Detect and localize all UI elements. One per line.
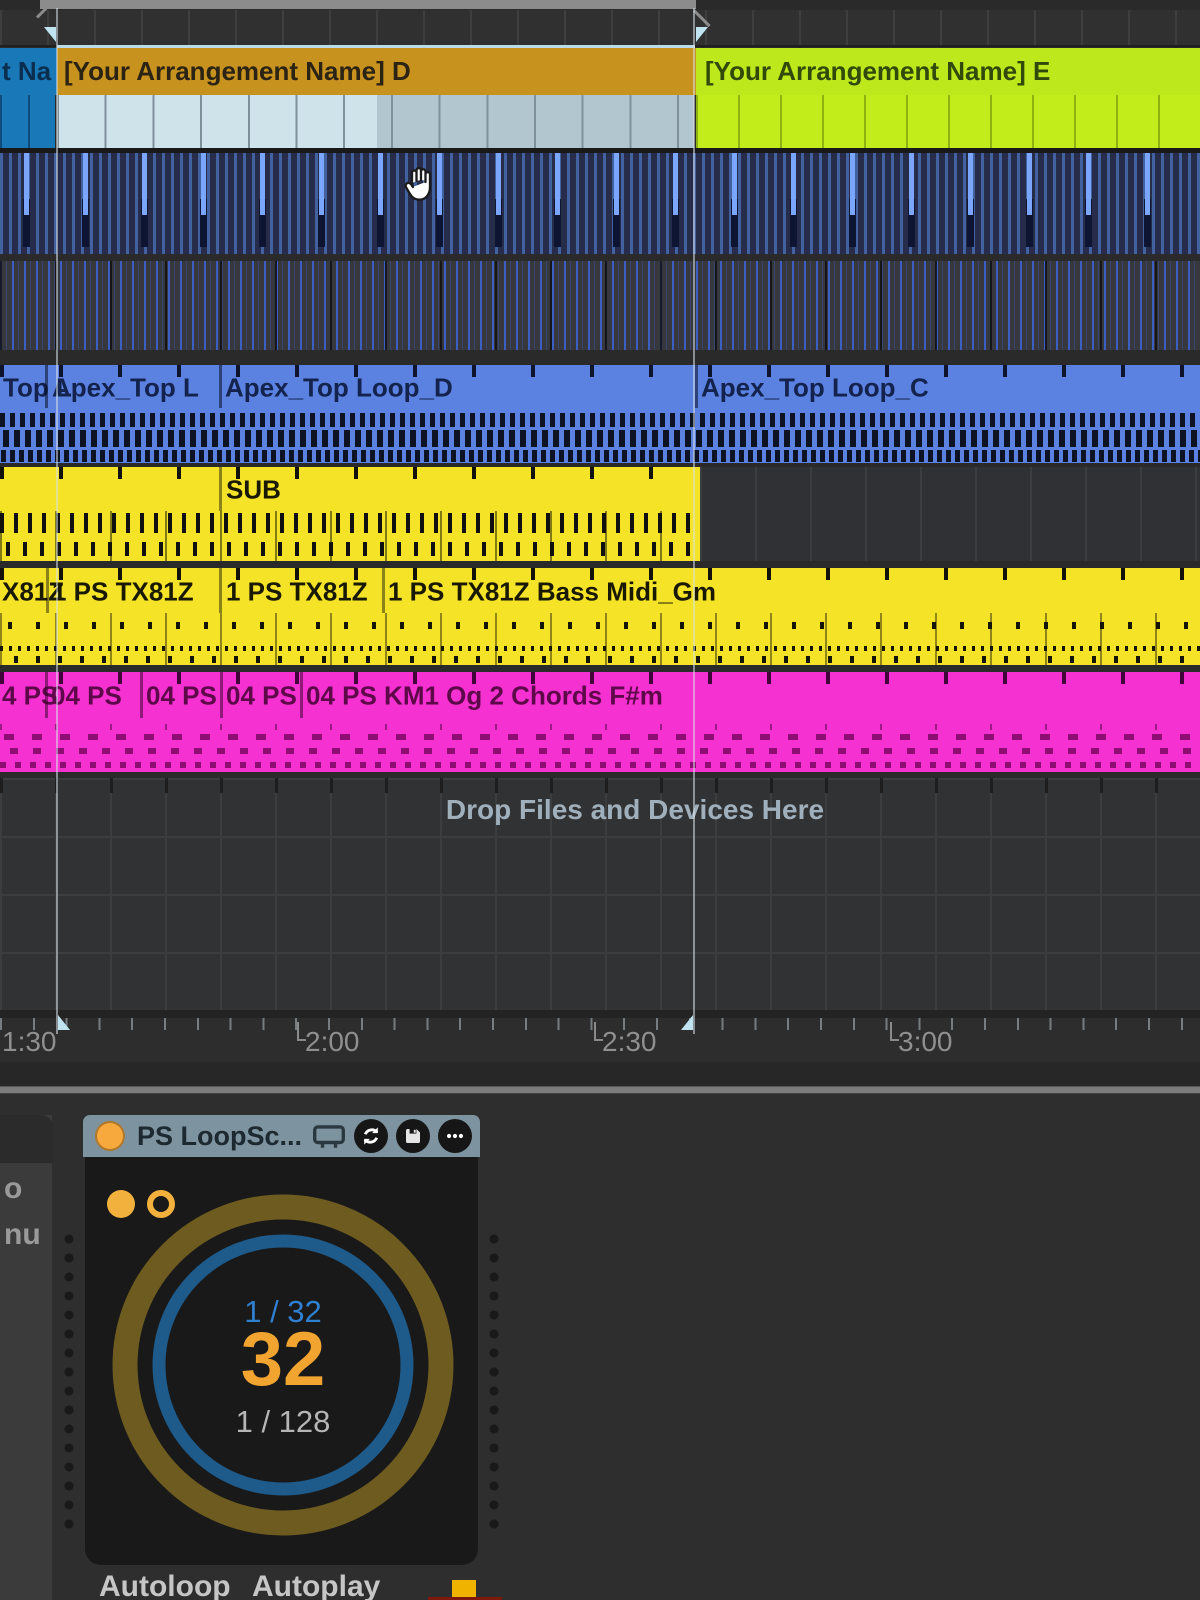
clip-boundary xyxy=(140,672,143,718)
time-label: 2:00 xyxy=(297,1022,360,1058)
chords-track-clip-name-row[interactable]: 4 PS 04 PS 04 PS 04 PS 04 PS KM1 Og 2 Ch… xyxy=(0,672,1200,718)
major-tick-mark xyxy=(594,1022,603,1041)
autoplay-toggle[interactable]: Autoplay xyxy=(252,1570,380,1600)
bass-track-clip-name-row[interactable]: X81Z 1 PS TX81Z 1 PS TX81Z 1 PS TX81Z Ba… xyxy=(0,568,1200,613)
clip-label: SUB xyxy=(226,474,281,505)
window-splitter[interactable] xyxy=(0,1086,1200,1094)
sidebar-partial-label[interactable]: o xyxy=(4,1172,22,1206)
clip-boundary xyxy=(45,672,48,718)
section-label: t Na xyxy=(2,56,52,86)
time-label: 2:30 xyxy=(594,1022,657,1058)
clip-label: 04 PS xyxy=(51,680,122,711)
device-sidebar-header[interactable] xyxy=(0,1115,53,1163)
clip-boundary xyxy=(300,672,303,718)
chords-track-midi-notes xyxy=(0,718,1200,772)
midi-track-1-clip-pattern[interactable] xyxy=(0,153,1200,254)
loop-end-line[interactable] xyxy=(693,8,695,1034)
arrangement-section-d[interactable]: [Your Arrangement Name] D xyxy=(57,48,701,95)
section-label: [Your Arrangement Name] E xyxy=(705,56,1051,86)
dial-sub-ratio-value: 1 / 128 xyxy=(235,1404,331,1439)
arrangement-bottom-strip xyxy=(0,1062,1200,1086)
ableton-arrangement-view: t Na [Your Arrangement Name] D [Your Arr… xyxy=(0,0,1200,1600)
drop-zone-hint: Drop Files and Devices Here xyxy=(445,794,825,825)
clip-boundary xyxy=(46,568,49,613)
clip-boundary xyxy=(220,672,223,718)
clip-label: 1 PS TX81Z xyxy=(52,576,194,607)
autoloop-toggle[interactable]: Autoloop xyxy=(99,1570,231,1600)
device-activator-toggle[interactable] xyxy=(95,1121,125,1151)
sub-track-empty-grid xyxy=(700,467,1200,561)
clip-label: Apex_Top Loop_D xyxy=(225,372,453,403)
arrangement-section-left-partial[interactable]: t Na xyxy=(0,48,57,95)
clip-label: 04 PS xyxy=(146,680,217,711)
time-label: 3:00 xyxy=(890,1022,953,1058)
time-label: 1:30 xyxy=(2,1026,57,1057)
sidebar-partial-label[interactable]: nu xyxy=(4,1218,41,1252)
section-left-scene-cells xyxy=(0,95,55,148)
device-title: PS LoopSc... xyxy=(137,1120,303,1151)
major-tick-mark xyxy=(297,1022,306,1041)
sync-button[interactable] xyxy=(354,1119,389,1153)
clip-label: Apex_Top Loop_C xyxy=(701,372,929,403)
device-title-bar[interactable]: PS LoopSc... xyxy=(83,1115,480,1157)
clip-boundary xyxy=(219,467,222,511)
sub-track-midi-notes xyxy=(0,511,700,561)
loop-brace[interactable] xyxy=(40,0,696,9)
hand-cursor-icon xyxy=(400,163,440,207)
audio-track-waveform xyxy=(0,408,1200,463)
arrangement-section-e[interactable]: [Your Arrangement Name] E xyxy=(696,48,1200,95)
section-e-scene-cells xyxy=(696,95,1200,148)
section-d-scene-cells xyxy=(57,95,694,148)
clip-boundary xyxy=(45,365,48,408)
audio-track-clip-name-row[interactable]: Top L Apex_Top L Apex_Top Loop_D Apex_To… xyxy=(0,365,1200,408)
clip-boundary xyxy=(219,568,222,613)
section-label: [Your Arrangement Name] D xyxy=(64,56,411,86)
clip-boundary xyxy=(695,365,698,408)
device-drag-dots-left xyxy=(62,1230,76,1530)
beat-time-ruler-cells[interactable] xyxy=(0,10,1200,47)
time-ruler[interactable]: 1:30 2:00 2:30 3:00 xyxy=(0,1010,1200,1062)
clip-label: 1 PS TX81Z xyxy=(226,576,368,607)
clip-boundary xyxy=(382,568,385,613)
bass-track-midi-notes xyxy=(0,613,1200,665)
major-tick-mark xyxy=(890,1022,899,1041)
hardware-device-icon xyxy=(312,1123,346,1149)
clip-label: 04 PS KM1 Og 2 Chords F#m xyxy=(306,680,663,711)
clip-label: 1 PS TX81Z Bass Midi_Gm xyxy=(388,576,717,607)
clip-boundary xyxy=(219,365,222,408)
loop-region-highlight xyxy=(57,45,695,48)
sub-track-clip-name-row[interactable]: SUB xyxy=(0,467,700,511)
device-drag-dots-right xyxy=(487,1230,501,1530)
clip-label: 4 PS xyxy=(2,680,59,711)
clip-label: Apex_Top L xyxy=(52,372,199,403)
save-preset-button[interactable] xyxy=(396,1119,431,1153)
more-options-button[interactable] xyxy=(438,1119,473,1153)
dial-main-value: 32 xyxy=(240,1317,326,1402)
midi-track-2-clip-pattern[interactable] xyxy=(0,261,1200,350)
clip-label: 04 PS xyxy=(226,680,297,711)
loop-start-line[interactable] xyxy=(56,8,58,1034)
